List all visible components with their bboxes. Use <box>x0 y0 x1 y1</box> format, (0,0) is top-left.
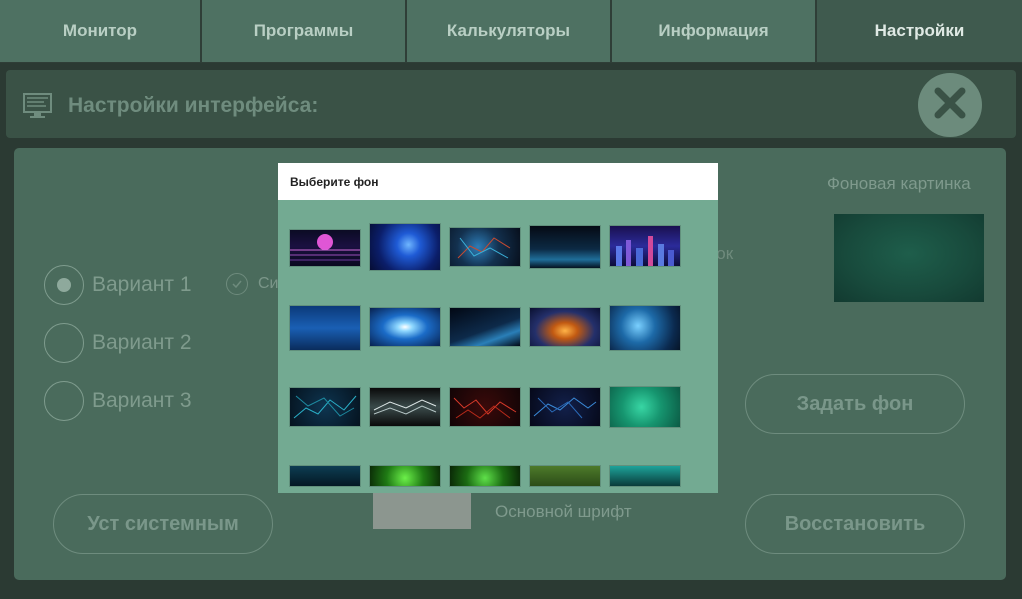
background-preview[interactable] <box>834 214 984 302</box>
tab-monitor[interactable]: Монитор <box>0 0 202 62</box>
main-font-label: Основной шрифт <box>495 502 632 521</box>
check-icon <box>226 273 248 295</box>
background-thumbnail-13[interactable] <box>450 388 520 426</box>
set-background-button[interactable]: Задать фон <box>745 374 965 434</box>
settings-header: Настройки интерфейса: <box>6 70 1016 138</box>
dialog-title: Выберите фон <box>278 163 718 200</box>
radio-option-2[interactable]: Вариант 2 <box>44 323 192 363</box>
radio-label: Вариант 2 <box>92 331 192 354</box>
tab-information[interactable]: Информация <box>612 0 817 62</box>
thumbnail-grid <box>278 200 718 486</box>
tab-bar: Монитор Программы Калькуляторы Информаци… <box>0 0 1022 63</box>
page-title: Настройки интерфейса: <box>68 94 319 117</box>
close-button[interactable] <box>918 73 982 137</box>
background-thumbnail-4[interactable] <box>530 226 600 268</box>
background-thumbnail-12[interactable] <box>370 388 440 426</box>
system-font-button[interactable]: Уст системным <box>53 494 273 554</box>
radio-label: Вариант 3 <box>92 389 192 412</box>
system-checkbox[interactable]: Си <box>226 273 279 295</box>
radio-option-1[interactable]: Вариант 1 <box>44 265 192 305</box>
restore-button[interactable]: Восстановить <box>745 494 965 554</box>
checkbox-label: Си <box>258 275 279 292</box>
background-thumbnail-2[interactable] <box>370 224 440 270</box>
background-thumbnail-15[interactable] <box>610 387 680 427</box>
radio-button[interactable] <box>44 323 84 363</box>
background-thumbnail-14[interactable] <box>530 388 600 426</box>
radio-button[interactable] <box>44 381 84 421</box>
tab-programs[interactable]: Программы <box>202 0 407 62</box>
radio-label: Вариант 1 <box>92 273 192 296</box>
background-thumbnail-10[interactable] <box>610 306 680 350</box>
monitor-icon <box>22 92 54 125</box>
background-thumbnail-5[interactable] <box>610 226 680 266</box>
radio-selected-dot <box>57 278 71 292</box>
background-thumbnail-1[interactable] <box>290 230 360 266</box>
close-icon <box>933 86 967 125</box>
radio-button[interactable] <box>44 265 84 305</box>
background-picker-dialog: Выберите фон <box>278 163 718 493</box>
background-thumbnail-11[interactable] <box>290 388 360 426</box>
radio-option-3[interactable]: Вариант 3 <box>44 381 192 421</box>
background-thumbnail-17[interactable] <box>370 466 440 486</box>
tab-settings[interactable]: Настройки <box>817 0 1022 62</box>
tab-calculators[interactable]: Калькуляторы <box>407 0 612 62</box>
background-thumbnail-16[interactable] <box>290 466 360 486</box>
background-thumbnail-6[interactable] <box>290 306 360 350</box>
background-thumbnail-18[interactable] <box>450 466 520 486</box>
background-thumbnail-20[interactable] <box>610 466 680 486</box>
background-thumbnail-7[interactable] <box>370 308 440 346</box>
background-thumbnail-8[interactable] <box>450 308 520 346</box>
background-thumbnail-19[interactable] <box>530 466 600 486</box>
main-font-color-swatch[interactable] <box>373 493 471 529</box>
background-thumbnail-3[interactable] <box>450 228 520 266</box>
background-thumbnail-9[interactable] <box>530 308 600 346</box>
background-image-label: Фоновая картинка <box>827 174 971 193</box>
